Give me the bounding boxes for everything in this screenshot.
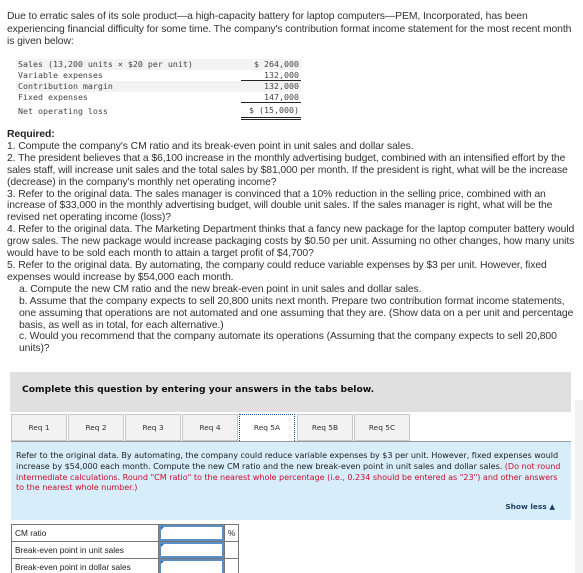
cm-ratio-input[interactable] (159, 525, 224, 541)
tab-req-5b[interactable]: Req 5B (297, 414, 353, 441)
required-item-5c: c. Would you recommend that the company … (19, 331, 557, 355)
problem-intro: Due to erratic sales of its sole product… (7, 11, 572, 48)
required-item-5b: b. Assume that the company expects to se… (19, 295, 574, 331)
table-row: Sales (13,200 units × $20 per unit) $ 26… (16, 59, 301, 70)
answer-row: Break-even point in unit sales (11, 541, 240, 559)
table-row: Fixed expenses 147,000 (16, 91, 301, 103)
row-label: Sales (13,200 units × $20 per unit) (16, 59, 241, 70)
instruction-banner: Complete this question by entering your … (10, 372, 571, 412)
row-label: Contribution margin (16, 80, 241, 92)
show-less-button[interactable]: Show less ▲ (505, 502, 555, 511)
tab-req-5c[interactable]: Req 5C (354, 414, 410, 441)
required-item-5: 5. Refer to the original data. By automa… (7, 259, 547, 283)
answer-label: Break-even point in dollar sales (11, 558, 159, 573)
row-amount: 132,000 (241, 69, 301, 81)
tab-req-5a[interactable]: Req 5A (239, 414, 295, 443)
answer-row: Break-even point in dollar sales (11, 558, 240, 573)
required-item-2: 2. The president believes that a $6,100 … (7, 152, 568, 188)
required-item-4: 4. Refer to the original data. The Marke… (7, 224, 575, 260)
scrollbar[interactable] (575, 400, 583, 573)
break-even-units-input[interactable] (159, 542, 224, 558)
unit-cell (223, 558, 240, 573)
question-text: Refer to the original data. By automatin… (16, 450, 564, 493)
table-row: Variable expenses 132,000 (16, 69, 301, 81)
required-item-3: 3. Refer to the original data. The sales… (7, 188, 553, 224)
caret-up-icon: ▲ (549, 502, 555, 511)
answer-cell (158, 558, 225, 573)
row-amount: $ 264,000 (241, 59, 301, 70)
table-row: Contribution margin 132,000 (16, 80, 301, 92)
input-marker-icon (161, 561, 164, 564)
question-body: Refer to the original data. By automatin… (16, 450, 559, 471)
tab-req-3[interactable]: Req 3 (125, 414, 181, 441)
required-heading: Required: (7, 129, 55, 140)
break-even-dollars-input[interactable] (159, 559, 224, 573)
required-section: Required: 1. Compute the company's CM ra… (7, 129, 580, 355)
row-label: Fixed expenses (18, 91, 88, 102)
unit-cell (223, 541, 240, 559)
required-item-5a: a. Compute the new CM ratio and the new … (19, 283, 422, 295)
row-amount: 132,000 (241, 80, 301, 92)
answer-row: CM ratio % (11, 524, 240, 542)
show-less-label: Show less (505, 502, 547, 511)
input-marker-icon (161, 544, 164, 547)
input-marker-icon (161, 527, 164, 530)
required-item-1: 1. Compute the company's CM ratio and it… (7, 140, 414, 152)
table-row: Net operating loss $ (15,000) (16, 102, 301, 120)
answer-cell (158, 541, 225, 559)
answer-table: CM ratio % Break-even point in unit sale… (11, 524, 240, 573)
answer-cell (158, 524, 225, 542)
income-statement-table: Sales (13,200 units × $20 per unit) $ 26… (16, 59, 301, 120)
tab-req-1[interactable]: Req 1 (11, 414, 67, 441)
row-amount: $ (15,000) (241, 102, 301, 120)
tab-req-4[interactable]: Req 4 (182, 414, 238, 441)
banner-text: Complete this question by entering your … (22, 384, 375, 395)
question-panel: Refer to the original data. By automatin… (11, 442, 571, 520)
percent-unit: % (223, 524, 240, 542)
row-label: Variable expenses (18, 69, 103, 80)
row-label: Net operating loss (16, 102, 241, 119)
row-amount: 147,000 (241, 91, 301, 103)
tab-req-2[interactable]: Req 2 (68, 414, 124, 441)
answer-label: Break-even point in unit sales (11, 541, 159, 559)
answer-label: CM ratio (11, 524, 159, 542)
